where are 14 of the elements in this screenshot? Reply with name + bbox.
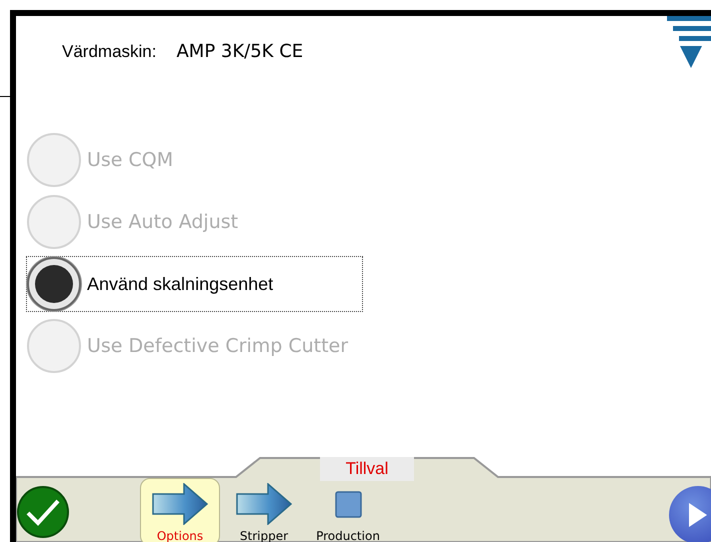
arrow-icon <box>152 483 208 525</box>
host-machine-value: AMP 3K/5K CE <box>176 40 304 64</box>
option-label: Use Defective Crimp Cutter <box>87 334 348 359</box>
option-label: Use CQM <box>87 148 174 173</box>
arrow-icon <box>236 483 292 525</box>
checkmark-icon <box>25 497 61 527</box>
section-title: Tillval <box>320 457 414 481</box>
logo-icon <box>667 16 711 70</box>
step-tab[interactable]: Production <box>308 478 388 542</box>
play-icon <box>687 501 709 529</box>
option-label: Use Auto Adjust <box>87 210 238 235</box>
host-machine-label: Värdmaskin: <box>62 41 156 63</box>
option-label: Använd skalningsenhet <box>87 272 274 296</box>
radio-button[interactable] <box>27 257 81 311</box>
